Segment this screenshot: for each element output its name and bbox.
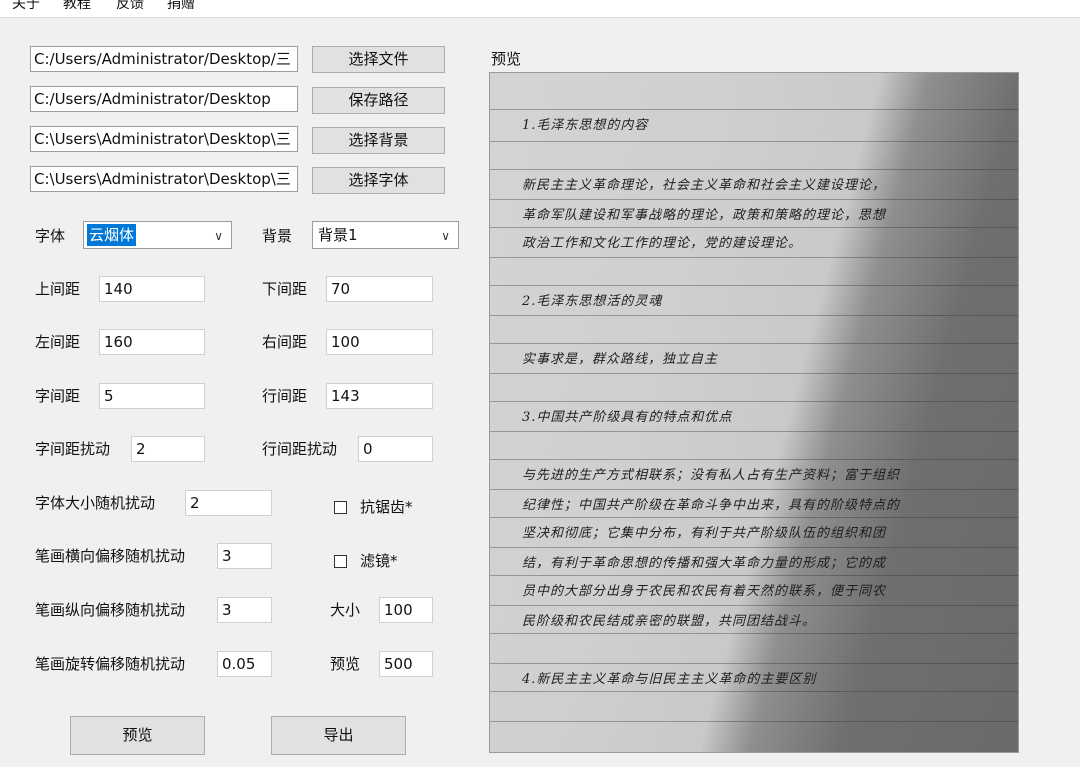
font-path-input[interactable]: C:\Users\Administrator\Desktop\三 xyxy=(30,166,298,192)
background-label: 背景 xyxy=(262,227,293,245)
font-select-value: 云烟体 xyxy=(87,224,137,246)
font-size-jitter-label: 字体大小随机扰动 xyxy=(35,494,156,512)
handwriting-line: 政治工作和文化工作的理论，党的建设理论。 xyxy=(522,236,803,251)
menu-tutorial[interactable]: 教程 xyxy=(63,0,91,13)
select-font-button[interactable]: 选择字体 xyxy=(312,167,445,194)
background-select-value: 背景1 xyxy=(318,226,358,244)
stroke-v-jitter-input[interactable]: 3 xyxy=(217,597,272,623)
background-path-input[interactable]: C:\Users\Administrator\Desktop\三 xyxy=(30,126,298,152)
preview-button[interactable]: 预览 xyxy=(70,716,205,755)
background-select[interactable]: 背景1 ∨ xyxy=(312,221,459,249)
char-spacing-input[interactable]: 5 xyxy=(99,383,205,409)
handwriting-line: 革命军队建设和军事战略的理论，政策和策略的理论，思想 xyxy=(522,208,887,223)
stroke-rot-jitter-input[interactable]: 0.05 xyxy=(217,651,272,677)
line-spacing-label: 行间距 xyxy=(262,387,308,405)
menu-feedback[interactable]: 反馈 xyxy=(116,0,144,13)
stroke-h-jitter-label: 笔画横向偏移随机扰动 xyxy=(35,547,186,565)
char-spacing-label: 字间距 xyxy=(35,387,81,405)
line-spacing-jitter-input[interactable]: 0 xyxy=(358,436,433,462)
handwriting-line: 民阶级和农民结成亲密的联盟，共同团结战斗。 xyxy=(522,614,817,629)
select-background-button[interactable]: 选择背景 xyxy=(312,127,445,154)
export-button[interactable]: 导出 xyxy=(271,716,406,755)
char-spacing-jitter-label: 字间距扰动 xyxy=(35,440,111,458)
ruled-line xyxy=(490,663,1018,664)
font-select[interactable]: 云烟体 ∨ xyxy=(83,221,232,249)
handwriting-line: 新民主主义革命理论，社会主义革命和社会主义建设理论， xyxy=(522,178,887,193)
handwriting-line: 坚决和彻底；它集中分布，有利于共产阶级队伍的组织和团 xyxy=(522,526,887,541)
ruled-line xyxy=(490,141,1018,142)
menu-donate[interactable]: 捐赠 xyxy=(167,0,195,13)
handwriting-line: 实事求是，群众路线，独立自主 xyxy=(522,352,719,367)
top-margin-label: 上间距 xyxy=(35,280,81,298)
select-file-button[interactable]: 选择文件 xyxy=(312,46,445,73)
filter-label: 滤镜* xyxy=(360,552,398,570)
bottom-margin-input[interactable]: 70 xyxy=(326,276,433,302)
stroke-v-jitter-label: 笔画纵向偏移随机扰动 xyxy=(35,601,186,619)
save-path-button[interactable]: 保存路径 xyxy=(312,87,445,114)
line-spacing-input[interactable]: 143 xyxy=(326,383,433,409)
size-input[interactable]: 100 xyxy=(379,597,433,623)
ruled-line xyxy=(490,459,1018,460)
font-label: 字体 xyxy=(35,227,66,245)
ruled-line xyxy=(490,343,1018,344)
handwriting-line: 纪律性；中国共产阶级在革命斗争中出来，具有的阶级特点的 xyxy=(522,498,901,513)
size-label: 大小 xyxy=(330,601,361,619)
font-size-jitter-input[interactable]: 2 xyxy=(185,490,272,516)
preview-title: 预览 xyxy=(491,50,522,68)
preview-size-input[interactable]: 500 xyxy=(379,651,433,677)
chevron-down-icon: ∨ xyxy=(214,229,223,243)
chevron-down-icon: ∨ xyxy=(441,229,450,243)
filter-checkbox[interactable] xyxy=(334,555,347,568)
left-margin-label: 左间距 xyxy=(35,333,81,351)
handwriting-line: 3.中国共产阶级具有的特点和优点 xyxy=(522,410,733,425)
preview-image: 1.毛泽东思想的内容 新民主主义革命理论，社会主义革命和社会主义建设理论， 革命… xyxy=(489,72,1019,753)
top-margin-input[interactable]: 140 xyxy=(99,276,205,302)
handwriting-line: 4.新民主主义革命与旧民主主义革命的主要区别 xyxy=(522,672,817,687)
menu-bar: 关于 教程 反馈 捐赠 xyxy=(0,0,1080,18)
char-spacing-jitter-input[interactable]: 2 xyxy=(131,436,205,462)
ruled-line xyxy=(490,401,1018,402)
menu-about[interactable]: 关于 xyxy=(12,0,40,13)
stroke-rot-jitter-label: 笔画旋转偏移随机扰动 xyxy=(35,655,186,673)
preview-size-label: 预览 xyxy=(330,655,361,673)
bottom-margin-label: 下间距 xyxy=(262,280,308,298)
left-margin-input[interactable]: 160 xyxy=(99,329,205,355)
handwriting-line: 员中的大部分出身于农民和农民有着天然的联系，便于同农 xyxy=(522,584,887,599)
save-path-input[interactable]: C:/Users/Administrator/Desktop xyxy=(30,86,298,112)
ruled-line xyxy=(490,169,1018,170)
antialias-label: 抗锯齿* xyxy=(360,498,413,516)
handwriting-line: 结，有利于革命思想的传播和强大革命力量的形成；它的成 xyxy=(522,556,887,571)
stroke-h-jitter-input[interactable]: 3 xyxy=(217,543,272,569)
antialias-checkbox[interactable] xyxy=(334,501,347,514)
ruled-line xyxy=(490,109,1018,110)
handwriting-line: 与先进的生产方式相联系；没有私人占有生产资料；富于组织 xyxy=(522,468,901,483)
ruled-line xyxy=(490,721,1018,722)
right-margin-input[interactable]: 100 xyxy=(326,329,433,355)
file-path-input[interactable]: C:/Users/Administrator/Desktop/三 xyxy=(30,46,298,72)
line-spacing-jitter-label: 行间距扰动 xyxy=(262,440,338,458)
right-margin-label: 右间距 xyxy=(262,333,308,351)
handwriting-line: 1.毛泽东思想的内容 xyxy=(522,118,649,133)
ruled-line xyxy=(490,285,1018,286)
handwriting-line: 2.毛泽东思想活的灵魂 xyxy=(522,294,663,309)
